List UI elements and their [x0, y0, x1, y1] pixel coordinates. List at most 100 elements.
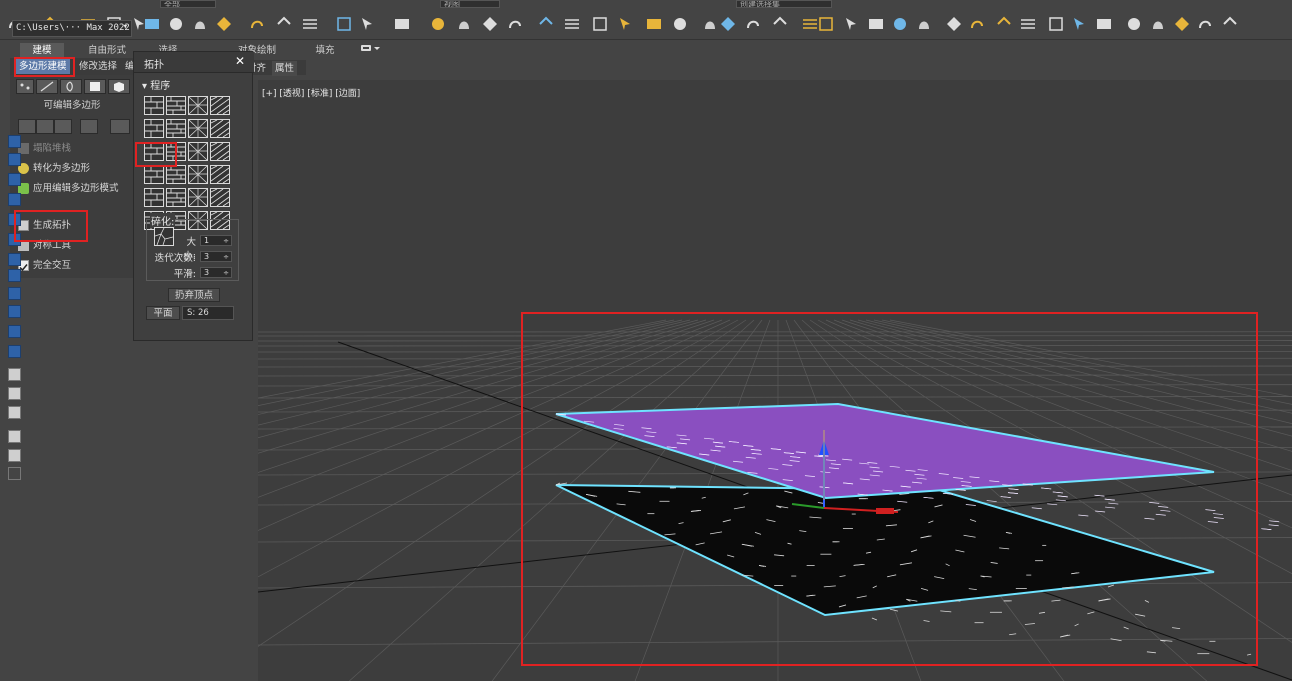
toolbar-tool-icon[interactable]	[454, 14, 474, 34]
topology-pattern-1[interactable]	[144, 96, 164, 115]
topology-pattern-3[interactable]	[188, 96, 208, 115]
topology-pattern-15[interactable]	[188, 165, 208, 184]
spinner-arrows-icon[interactable]: ÷	[223, 252, 229, 262]
toolbar-tool-icon[interactable]	[1070, 14, 1090, 34]
convert-to-poly-item[interactable]: 转化为多边形	[18, 160, 90, 178]
iterations-spinner[interactable]: 3 ÷	[200, 251, 232, 262]
topology-pattern-12[interactable]	[210, 142, 230, 161]
topology-pattern-18[interactable]	[166, 188, 186, 207]
toolbar-tool-icon[interactable]	[644, 14, 664, 34]
seed-spinner[interactable]: S: 26	[182, 306, 234, 320]
topology-pattern-6[interactable]	[166, 119, 186, 138]
topology-pattern-17[interactable]	[144, 188, 164, 207]
toolbar-tool-icon[interactable]	[1018, 14, 1038, 34]
topology-pattern-16[interactable]	[210, 165, 230, 184]
apply-edit-poly-item[interactable]: 应用编辑多边形模式	[18, 180, 119, 198]
toolbar-tool-icon[interactable]	[890, 14, 910, 34]
toolbar-tool-icon[interactable]	[214, 14, 234, 34]
viewport-label[interactable]: [+] [透视] [标准] [边面]	[262, 86, 360, 99]
topology-pattern-2[interactable]	[166, 96, 186, 115]
command-button-7[interactable]	[8, 253, 21, 266]
toolbar-tool-icon[interactable]	[428, 14, 448, 34]
toolbar-tool-icon[interactable]	[190, 14, 210, 34]
toolbar-tool-icon[interactable]	[1172, 14, 1192, 34]
tab-freeform[interactable]: 自由形式	[82, 43, 132, 58]
topology-title-bar[interactable]: 拓扑 ✕	[134, 52, 254, 73]
topology-pattern-4[interactable]	[210, 96, 230, 115]
utility-icon-2[interactable]	[8, 387, 21, 400]
ribbon-options-icon[interactable]	[360, 43, 382, 58]
toolbar-tool-icon[interactable]	[866, 14, 886, 34]
subtab-properties[interactable]: 属性	[272, 61, 298, 76]
toolbar-tool-icon[interactable]	[944, 14, 964, 34]
command-button-8[interactable]	[8, 269, 21, 282]
command-button-3[interactable]	[8, 173, 21, 186]
utility-icon-1[interactable]	[8, 368, 21, 381]
discard-vertices-button[interactable]: 扔弃顶点	[168, 288, 220, 302]
toolbar-tool-icon[interactable]	[842, 14, 862, 34]
topology-pattern-5[interactable]	[144, 119, 164, 138]
toolbar-tool-icon[interactable]	[334, 14, 354, 34]
spinner-arrows-icon[interactable]: ÷	[223, 236, 229, 246]
toolbar-tool-icon[interactable]	[480, 14, 500, 34]
polygon-mode-button[interactable]	[84, 79, 106, 94]
topology-pattern-13[interactable]	[144, 165, 164, 184]
toolbar-tool-icon[interactable]	[968, 14, 988, 34]
filter-icon[interactable]	[8, 449, 21, 462]
tab-modeling[interactable]: 建模	[20, 43, 64, 58]
utility-icon-4[interactable]	[8, 430, 21, 443]
toolbar-tool-icon[interactable]	[274, 14, 294, 34]
subtab-modify-selection[interactable]: 修改选择	[76, 59, 120, 74]
topology-pattern-20[interactable]	[210, 188, 230, 207]
toolbar-tool-icon[interactable]	[300, 14, 320, 34]
fracture-pattern-icon[interactable]	[154, 227, 174, 246]
vertex-mode-button[interactable]	[16, 79, 34, 94]
topology-pattern-14[interactable]	[166, 165, 186, 184]
modifier-button-2[interactable]	[36, 119, 54, 134]
motion-icon[interactable]	[8, 325, 21, 338]
size-spinner[interactable]: 1 ÷	[200, 235, 232, 246]
toolbar-tool-icon[interactable]	[562, 14, 582, 34]
toolbar-tool-icon[interactable]	[670, 14, 690, 34]
plane-button[interactable]: 平面	[146, 306, 180, 320]
toolbar-tool-icon[interactable]	[718, 14, 738, 34]
toolbar-tool-icon[interactable]	[1094, 14, 1114, 34]
reference-coordinate-dropdown[interactable]: 视图	[440, 0, 500, 8]
element-mode-button[interactable]	[108, 79, 130, 94]
toolbar-tool-icon[interactable]	[248, 14, 268, 34]
toolbar-tool-icon[interactable]	[1148, 14, 1168, 34]
modifier-button-3[interactable]	[54, 119, 72, 134]
toolbar-tool-icon[interactable]	[816, 14, 836, 34]
toolbar-tool-icon[interactable]	[914, 14, 934, 34]
edge-mode-button[interactable]	[36, 79, 58, 94]
toolbar-tool-icon[interactable]	[994, 14, 1014, 34]
toolbar-tool-icon[interactable]	[590, 14, 610, 34]
toolbar-tool-icon[interactable]	[358, 14, 378, 34]
toolbar-tool-icon[interactable]	[506, 14, 526, 34]
toolbar-tool-icon[interactable]	[392, 14, 412, 34]
modify-wrench-icon[interactable]	[8, 287, 21, 300]
toolbar-tool-icon[interactable]	[770, 14, 790, 34]
toolbar-tool-icon[interactable]	[142, 14, 162, 34]
topology-pattern-8[interactable]	[210, 119, 230, 138]
toolbar-tool-icon[interactable]	[166, 14, 186, 34]
command-button-2[interactable]	[8, 153, 21, 166]
display-eye-icon[interactable]	[8, 345, 21, 358]
utility-icon-3[interactable]	[8, 406, 21, 419]
project-folder-dropdown[interactable]: C:\Users\··· Max 2022 ▾	[12, 20, 132, 37]
border-mode-button[interactable]	[60, 79, 82, 94]
command-button-1[interactable]	[8, 135, 21, 148]
topology-pattern-19[interactable]	[188, 188, 208, 207]
modifier-button-4[interactable]	[80, 119, 98, 134]
toolbar-tool-icon[interactable]	[1124, 14, 1144, 34]
toolbar-tool-icon[interactable]	[1046, 14, 1066, 34]
full-interactivity-item[interactable]: 完全交互	[18, 257, 71, 275]
hierarchy-icon[interactable]	[8, 305, 21, 318]
selection-filter-dropdown[interactable]: 全部	[160, 0, 216, 8]
toolbar-tool-icon[interactable]	[536, 14, 556, 34]
close-icon[interactable]: ✕	[235, 54, 245, 68]
layer-icon[interactable]	[8, 467, 21, 480]
toolbar-tool-icon[interactable]	[700, 14, 720, 34]
command-button-4[interactable]	[8, 193, 21, 206]
toolbar-tool-icon[interactable]	[616, 14, 636, 34]
